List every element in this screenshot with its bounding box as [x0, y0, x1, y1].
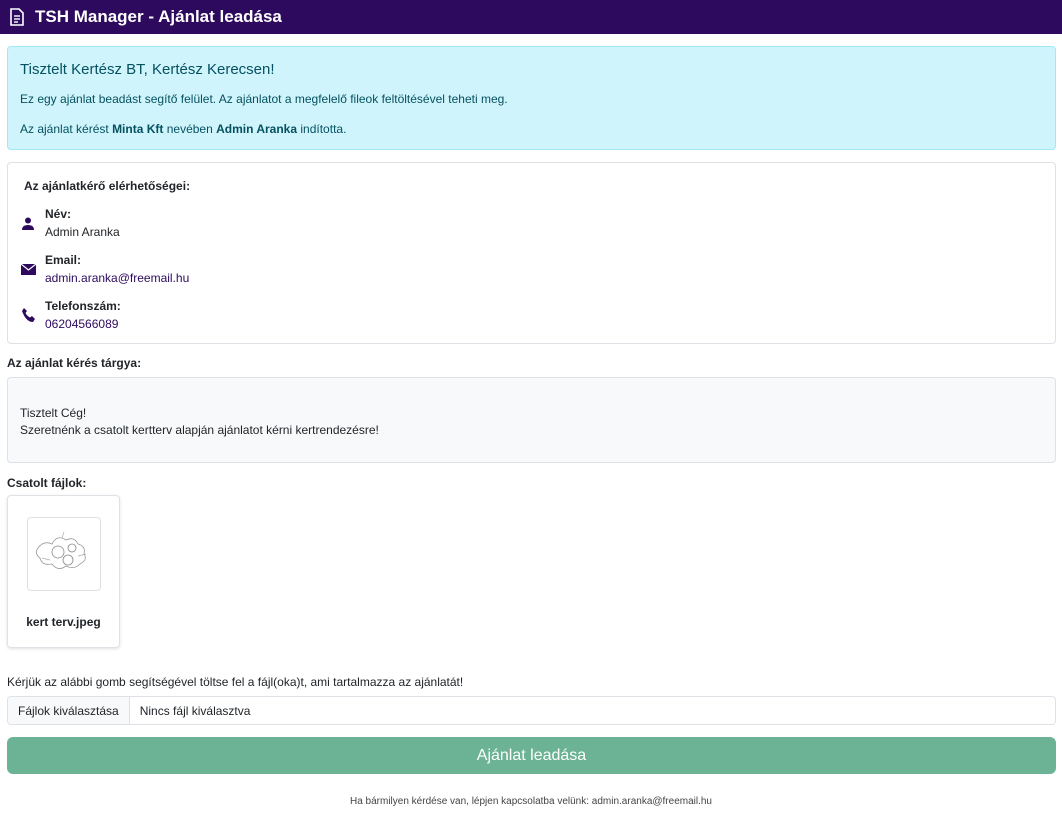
page-title: TSH Manager - Ajánlat leadása: [35, 7, 282, 26]
contact-title: Az ajánlatkérő elérhetőségei:: [24, 179, 191, 193]
subject-line-2: Szeretnénk a csatolt kertterv alapján aj…: [20, 423, 379, 437]
contact-phone-row: Telefonszám: 06204566089: [22, 299, 1039, 331]
attachment-name[interactable]: kert terv.jpeg: [8, 615, 119, 629]
footer-contact: Ha bármilyen kérdése van, lépjen kapcsol…: [349, 796, 712, 807]
subject-line-1: Tisztelt Cég!: [20, 406, 87, 420]
upload-instruction: Kérjük az alábbi gomb segítségével tölts…: [7, 675, 464, 689]
request-middle: nevében: [166, 122, 213, 136]
no-file-selected-text: Nincs fájl kiválasztva: [139, 703, 251, 718]
contact-card: Az ajánlatkérő elérhetőségei: Név: Admin…: [7, 162, 1056, 344]
attachment-card[interactable]: kert terv.jpeg: [7, 495, 120, 648]
document-icon: [10, 8, 24, 26]
email-label: Email:: [45, 253, 82, 267]
contact-name-row: Név: Admin Aranka: [22, 207, 1039, 239]
person-icon: [20, 217, 36, 230]
greeting: Tisztelt Kertész BT, Kertész Kerecsen!: [20, 61, 275, 78]
subject-box: Tisztelt Cég! Szeretnénk a csatolt kertt…: [7, 377, 1056, 463]
email-link[interactable]: admin.aranka@freemail.hu: [45, 271, 189, 285]
info-alert: Tisztelt Kertész BT, Kertész Kerecsen! E…: [7, 46, 1056, 150]
request-info: Az ajánlat kérést Minta Kft nevében Admi…: [20, 122, 1043, 136]
company-name: Minta Kft: [112, 122, 164, 136]
request-prefix: Az ajánlat kérést: [20, 122, 109, 136]
contact-email-row: Email: admin.aranka@freemail.hu: [20, 253, 1039, 285]
intro-text: Ez egy ajánlat beadást segítő felület. A…: [20, 92, 508, 106]
phone-label: Telefonszám:: [45, 299, 121, 313]
phone-link[interactable]: 06204566089: [45, 317, 121, 331]
phone-icon: [20, 308, 36, 322]
file-upload-input[interactable]: Fájlok kiválasztása Nincs fájl kiválaszt…: [7, 696, 1056, 725]
attachment-thumbnail[interactable]: [27, 517, 101, 591]
submit-offer-button[interactable]: Ajánlat leadása: [7, 737, 1056, 774]
top-bar: TSH Manager - Ajánlat leadása: [0, 0, 1062, 34]
requester-name: Admin Aranka: [216, 122, 298, 136]
envelope-icon: [20, 263, 36, 275]
name-label: Név:: [45, 207, 72, 221]
name-value: Admin Aranka: [45, 225, 120, 239]
subject-label: Az ajánlat kérés tárgya:: [7, 356, 142, 370]
attachments-label: Csatolt fájlok:: [7, 476, 87, 490]
choose-files-button[interactable]: Fájlok kiválasztása: [8, 697, 130, 724]
request-suffix: indította.: [300, 122, 347, 136]
